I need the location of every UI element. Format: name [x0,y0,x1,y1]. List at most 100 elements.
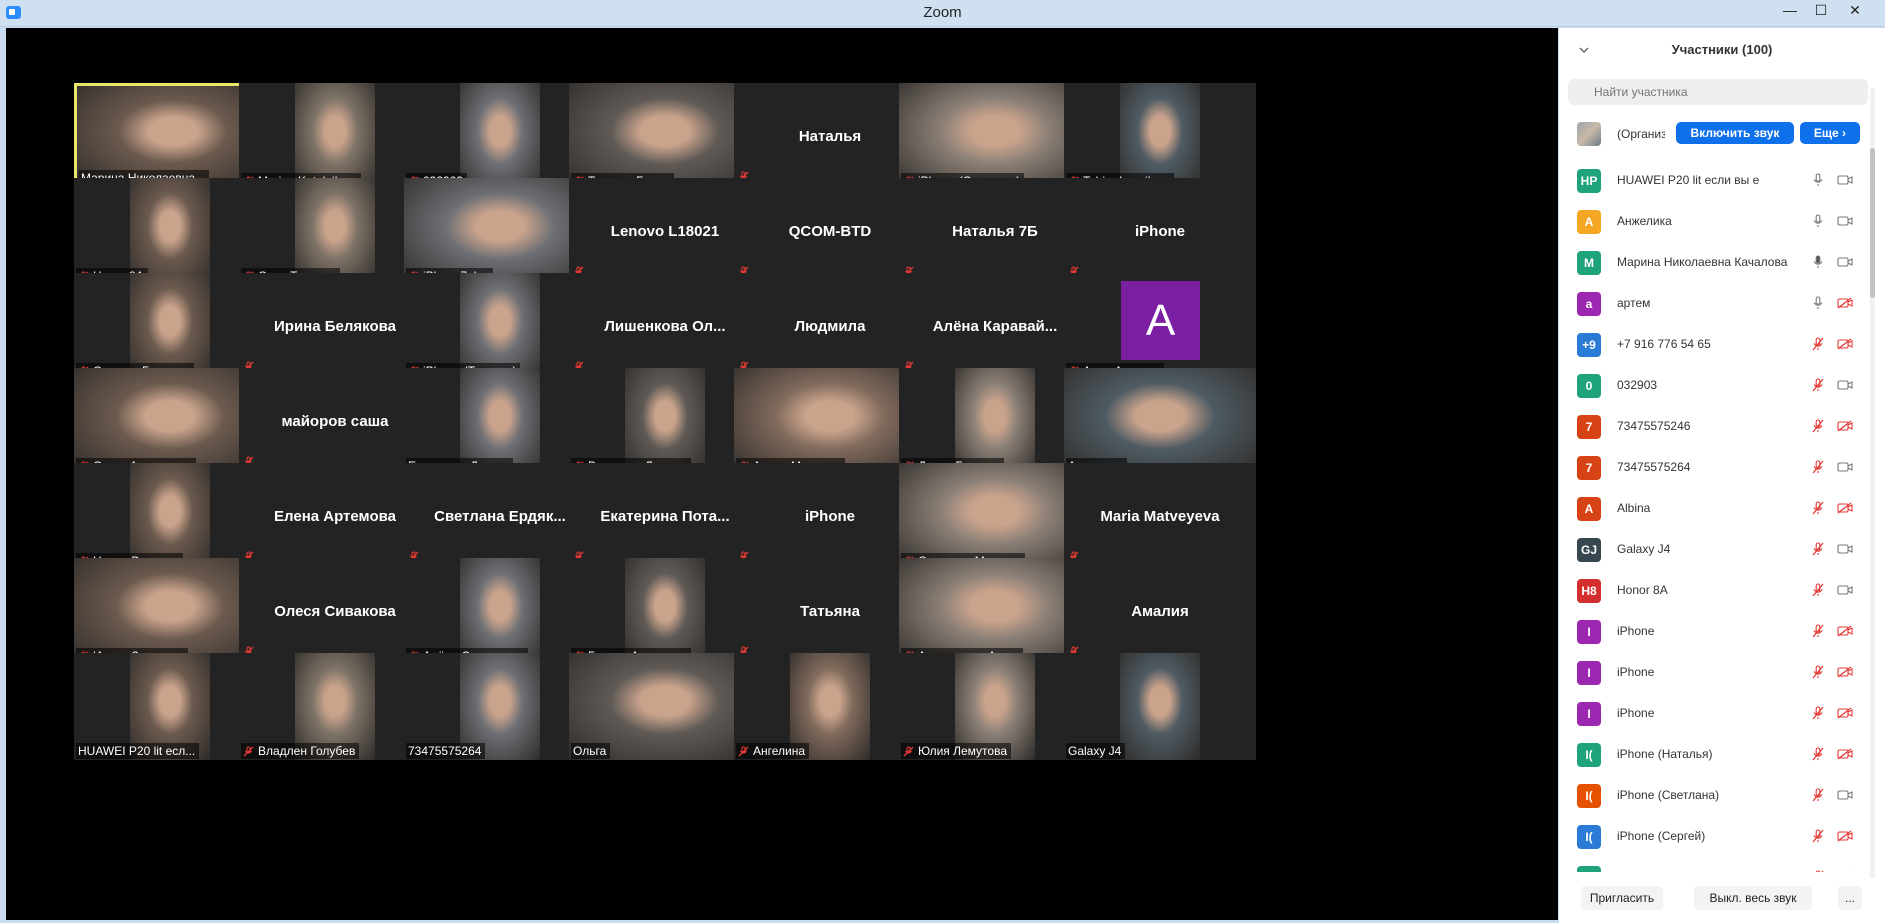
muted-mic-icon[interactable] [1812,501,1824,520]
video-tile[interactable]: Людмила [734,273,926,380]
participant-row[interactable]: HP HUAWEI P20 lit если вы е [1559,160,1869,201]
video-tile[interactable]: Marina Kotelniko... [239,83,431,190]
mic-icon[interactable] [1812,296,1824,315]
muted-mic-icon[interactable] [1812,706,1824,725]
video-tile[interactable]: Lenovo L18021 [569,178,761,285]
minimize-button[interactable]: — [1775,0,1805,22]
muted-mic-icon[interactable] [1812,829,1824,848]
video-off-icon[interactable] [1837,706,1853,724]
muted-mic-icon[interactable] [1812,624,1824,643]
video-tile[interactable]: Анжелика [1064,368,1256,475]
muted-mic-icon[interactable] [1812,542,1824,561]
scrollbar-thumb[interactable] [1870,148,1875,298]
video-tile[interactable]: AАлия Ахатова [1064,273,1256,380]
video-tile[interactable]: Maria Matveyeva [1064,463,1256,570]
close-button[interactable]: ✕ [1840,0,1870,22]
video-camera-icon[interactable] [1837,173,1853,191]
video-tile[interactable]: Ольга [569,653,761,760]
participant-row[interactable]: IiPhone [1559,693,1869,734]
muted-mic-icon[interactable] [1812,747,1824,766]
maximize-button[interactable]: ☐ [1806,0,1836,22]
video-tile[interactable]: iPhone7olya [404,178,596,285]
video-tile[interactable]: Вероника Ляско... [569,368,761,475]
video-tile[interactable]: Светлана Минае... [899,463,1091,570]
video-tile[interactable]: iPhone [734,463,926,570]
video-tile[interactable]: Артем Мальцев [734,368,926,475]
video-tile[interactable]: HUAWEI P20 lit есл... [74,653,266,760]
video-tile[interactable]: Галина Алексан... [569,558,761,665]
video-tile[interactable]: Наталья [734,83,926,190]
participant-row[interactable]: GJ Galaxy J4 [1559,529,1869,570]
muted-mic-icon[interactable] [1812,788,1824,807]
video-camera-icon[interactable] [1837,583,1853,601]
video-tile[interactable]: Александра Ана... [899,558,1091,665]
video-off-icon[interactable] [1837,337,1853,355]
video-tile[interactable]: QCOM-BTD [734,178,926,285]
participant-row[interactable]: IiPhone [1559,652,1869,693]
video-off-icon[interactable] [1837,501,1853,519]
unmute-button[interactable]: Включить звук [1676,122,1794,144]
video-tile[interactable]: Екатерина Пота... [569,463,761,570]
video-tile[interactable]: 032903 [404,83,596,190]
video-camera-icon[interactable] [1837,378,1853,396]
video-tile[interactable]: iPhone (Татьяна) [404,273,596,380]
muted-mic-icon[interactable] [1812,337,1824,356]
participant-list-scrollbar[interactable] [1870,88,1875,878]
participant-row[interactable]: 7 73475575246 [1559,406,1869,447]
video-off-icon[interactable] [1837,870,1853,872]
participant-row[interactable]: A Анжелика [1559,201,1869,242]
video-tile[interactable]: iPhone (Светлана) [899,83,1091,190]
participant-row[interactable]: M Марина Николаевна Качалова [1559,242,1869,283]
participant-search-input[interactable] [1568,79,1868,105]
video-tile[interactable]: Honor 8A [74,178,266,285]
video-off-icon[interactable] [1837,624,1853,642]
video-tile[interactable]: Ирина Запунная [74,558,266,665]
video-tile[interactable]: Наталья 7Б [899,178,1091,285]
video-off-icon[interactable] [1837,419,1853,437]
participant-row[interactable]: I(iPhone (Сергей) [1559,816,1869,857]
video-off-icon[interactable] [1837,665,1853,683]
participant-row[interactable]: I(iPhone (Светлана) [1559,775,1869,816]
muted-mic-icon[interactable] [1812,378,1824,397]
video-tile[interactable]: Tahira Ismailova [1064,83,1256,190]
video-tile[interactable]: Скокова Гульна... [74,273,266,380]
video-tile[interactable]: Амалия [1064,558,1256,665]
participant-row[interactable]: IiPhone [1559,611,1869,652]
video-tile[interactable]: Алёна Каравай... [899,273,1091,380]
mic-icon[interactable] [1812,214,1824,233]
mute-all-button[interactable]: Выкл. весь звук [1694,886,1812,910]
muted-mic-icon[interactable] [1812,870,1824,872]
video-camera-icon[interactable] [1837,460,1853,478]
video-tile[interactable]: Татьяна Броун [569,83,761,190]
video-tile[interactable]: 73475575264 [404,653,596,760]
participant-row[interactable]: 0 032903 [1559,365,1869,406]
video-off-icon[interactable] [1837,829,1853,847]
participant-row[interactable]: 7 73475575264 [1559,447,1869,488]
video-off-icon[interactable] [1837,296,1853,314]
more-options-button[interactable]: ... [1838,886,1862,910]
video-tile[interactable]: Ирина Белякова [239,273,431,380]
video-off-icon[interactable] [1837,747,1853,765]
video-camera-icon[interactable] [1837,788,1853,806]
video-tile[interactable]: Татьяна [734,558,926,665]
video-tile[interactable]: Владлен Голубев [239,653,431,760]
video-tile[interactable]: Екатерина Демч... [404,368,596,475]
participant-row[interactable]: H8 Honor 8A [1559,570,1869,611]
participant-row[interactable]: a артем [1559,283,1869,324]
muted-mic-icon[interactable] [1812,665,1824,684]
more-button[interactable]: Еще › [1800,122,1860,144]
video-tile[interactable]: Дарья Глухова [899,368,1091,475]
participant-row[interactable]: A Albina [1559,488,1869,529]
video-tile[interactable]: Нэлля Вдовина [74,463,266,570]
video-tile[interactable]: Ольга Анатолье... [74,368,266,475]
video-tile[interactable]: Елена Артемова [239,463,431,570]
video-tile[interactable]: Олеся Сивакова [239,558,431,665]
video-tile[interactable]: майоров саша [239,368,431,475]
video-camera-icon[interactable] [1837,214,1853,232]
participant-row[interactable]: I(iPhone (Татьяна) [1559,857,1869,872]
video-tile[interactable]: Алёна Савушкина [404,558,596,665]
video-camera-icon[interactable] [1837,542,1853,560]
mic-icon[interactable] [1812,255,1824,274]
muted-mic-icon[interactable] [1812,583,1824,602]
video-camera-icon[interactable] [1837,255,1853,273]
